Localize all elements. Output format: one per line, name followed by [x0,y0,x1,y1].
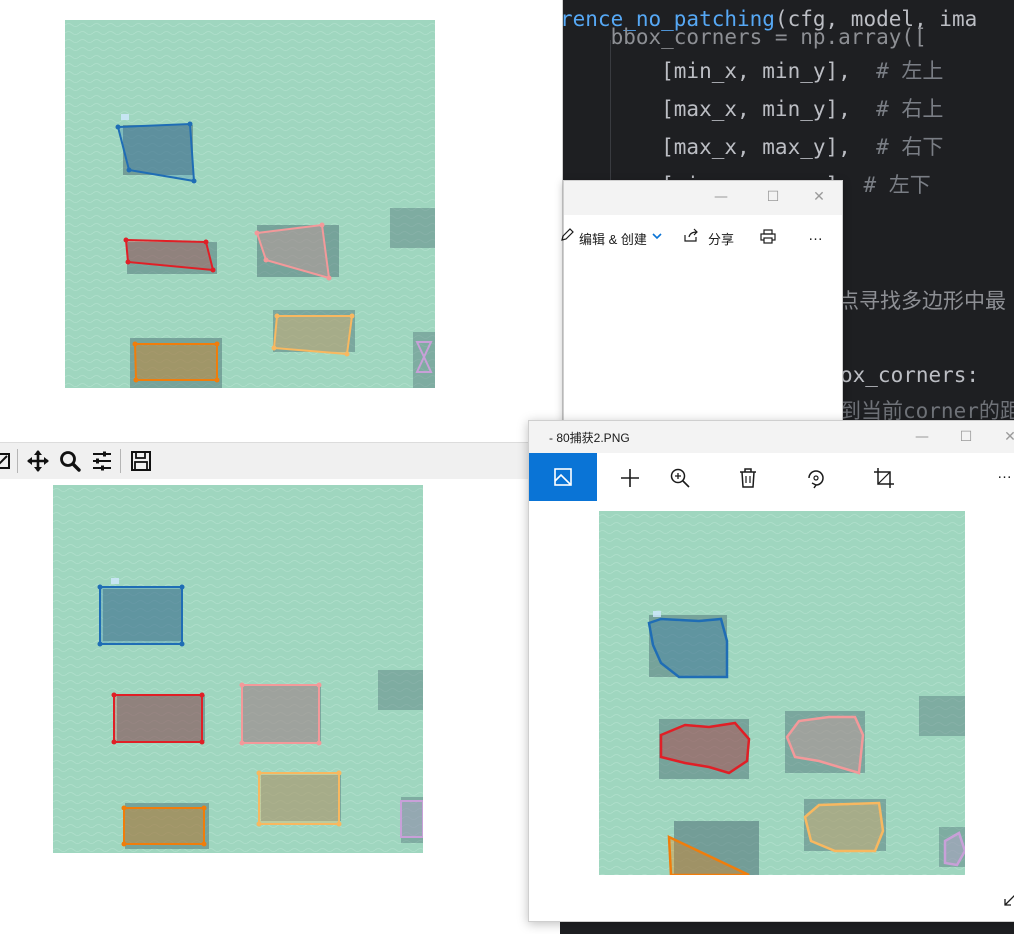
code-comment: # 左下 [863,173,931,197]
light-orange-polygon [272,315,354,356]
annotated-image-bottom [53,485,423,853]
code-line-7: 点寻找多边形中最 [838,288,1006,314]
toolbar-divider [17,449,18,473]
satellite-image-viewer [599,511,965,875]
annotated-image-viewer [599,511,965,875]
maximize-button[interactable]: ☐ [762,187,784,207]
edit-create-label: 编辑 & 创建 [579,232,647,247]
light-orange-mask-contour [803,801,885,853]
code-comment: # 左上 [876,59,944,83]
code-text: [max_x, min_y], [560,97,877,121]
code-comment: # 右上 [876,97,944,121]
close-button[interactable]: ✕ [999,427,1014,447]
code-text: [min_x, min_y], [560,59,877,83]
minimize-button[interactable]: — [911,427,933,447]
code-line-2: bbox_corners = np.array([ [560,24,927,50]
zoom-icon[interactable] [57,448,83,474]
code-text: 点寻找多边形中最 [838,289,1006,313]
share-label: 分享 [708,232,735,247]
annotated-image-top [65,20,435,388]
crop-icon[interactable] [871,465,897,491]
code-line-8: ox_corners: [840,362,979,388]
save-icon[interactable] [128,448,154,474]
more-options-button[interactable]: … [997,465,1012,482]
code-text: [max_x, max_y], [560,135,877,159]
red-bbox [113,694,203,743]
window-title: - 80捕获2.PNG [549,431,630,445]
photos-window-large: - 80捕获2.PNG — ☐ ✕ … [528,420,1014,922]
rotate-icon[interactable] [803,465,829,491]
close-button[interactable]: ✕ [808,187,830,207]
matplotlib-toolbar [0,442,562,479]
window-titlebar: - 80捕获2.PNG — ☐ ✕ [529,421,1014,453]
matplotlib-window [0,0,563,479]
pan-icon[interactable] [25,448,51,474]
light-orange-bbox [258,772,340,825]
minimize-button[interactable]: — [710,187,732,207]
satellite-image-bottom [53,485,423,853]
subplots-icon[interactable] [89,448,115,474]
crop-rotate-tool-active[interactable] [529,453,597,501]
code-line-3: [min_x, min_y], # 左上 [560,58,943,84]
code-text: bbox_corners = np.array([ [560,25,927,49]
print-icon[interactable] [760,229,776,244]
more-options-button[interactable]: … [808,227,823,244]
pencil-icon [561,228,574,241]
pink-bbox [241,684,320,744]
window-titlebar: — ☐ ✕ [564,181,842,215]
photos-window-small: — ☐ ✕ 编辑 & 创建 分享 … [561,180,843,422]
blue-bbox [99,586,183,645]
image-edit-icon [554,468,572,486]
edit-toolbar: … [597,453,1014,501]
expand-icon[interactable] [1003,891,1014,907]
zoom-in-icon[interactable] [667,465,693,491]
code-line-4: [max_x, min_y], # 右上 [560,96,943,122]
toolbar-divider [120,449,121,473]
cage-shadow [390,208,435,248]
chevron-down-icon [652,233,662,240]
code-text: ox_corners: [840,363,980,387]
lavender-bbox [400,800,423,838]
maximize-button[interactable]: ☐ [955,427,977,447]
cage-shadow [413,332,435,388]
share-icon [684,228,698,242]
satellite-image-top [65,20,435,388]
code-comment: # 右下 [876,135,944,159]
orange-bbox [123,807,205,845]
orange-polygon [133,343,218,381]
code-line-5: [max_x, max_y], # 右下 [560,134,943,160]
add-icon[interactable] [617,465,643,491]
delete-icon[interactable] [735,465,761,491]
configure-subplots-partial-icon[interactable] [0,448,16,474]
